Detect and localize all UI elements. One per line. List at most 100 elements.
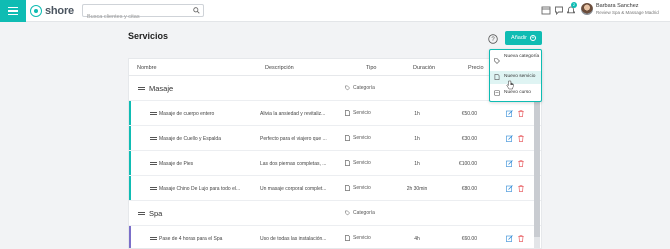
notification-badge: 2 bbox=[571, 2, 577, 8]
add-dropdown-menu: Nueva categoría Nuevo servicio Nuevo cur… bbox=[489, 49, 542, 102]
chat-icon[interactable] bbox=[554, 5, 564, 15]
service-duration: 1h bbox=[414, 136, 420, 142]
drag-handle-icon[interactable] bbox=[150, 137, 157, 141]
hamburger-menu-icon[interactable] bbox=[0, 0, 26, 22]
service-row[interactable]: Masaje de Pies Las dos piernas completas… bbox=[129, 151, 541, 176]
page-title: Servicios bbox=[128, 31, 169, 41]
document-icon bbox=[345, 235, 350, 241]
service-name: Masaje de Cuello y Espalda bbox=[159, 136, 221, 142]
add-button[interactable]: Añadir + bbox=[505, 31, 542, 45]
calendar-icon[interactable] bbox=[541, 5, 551, 15]
help-icon[interactable]: ? bbox=[488, 34, 498, 44]
service-price: €80.00 bbox=[461, 186, 477, 192]
drag-handle-icon[interactable] bbox=[138, 87, 145, 91]
logo[interactable]: shore bbox=[30, 3, 74, 19]
add-button-label: Añadir bbox=[511, 35, 527, 41]
header-duration[interactable]: Duración bbox=[413, 65, 435, 71]
category-row-spa[interactable]: Spa Categoría bbox=[129, 201, 541, 226]
services-table: Nombre Descripción Tipo Duración Precio … bbox=[128, 58, 542, 249]
service-name: Masaje de Pies bbox=[159, 161, 194, 167]
service-name: Pase de 4 horas para el Spa bbox=[159, 236, 223, 242]
menu-item-label: Nuevo curso bbox=[504, 90, 531, 95]
header-price[interactable]: Precio bbox=[468, 65, 484, 71]
plus-circle-icon: + bbox=[529, 35, 536, 41]
top-bar: shore 2 Barbara Sanchez Review Spa & Mas… bbox=[0, 0, 670, 23]
avatar[interactable] bbox=[581, 3, 593, 15]
course-icon bbox=[494, 90, 500, 96]
service-row[interactable]: Masaje Chino De Lujo para todo el... Un … bbox=[129, 176, 541, 201]
type-label: Servicio bbox=[353, 135, 371, 141]
user-role: Review Spa & Massage Madrid bbox=[596, 10, 659, 15]
service-row[interactable]: Masaje de cuerpo entero Alivia la ansied… bbox=[129, 101, 541, 126]
header-type[interactable]: Tipo bbox=[366, 65, 377, 71]
service-duration: 1h bbox=[414, 111, 420, 117]
document-icon bbox=[345, 110, 350, 116]
category-accent-bar bbox=[129, 151, 131, 175]
document-icon bbox=[345, 185, 350, 191]
trash-icon[interactable] bbox=[518, 160, 524, 167]
service-name: Masaje Chino De Lujo para todo el... bbox=[159, 186, 241, 192]
category-accent-bar bbox=[129, 176, 131, 200]
service-price: €100.00 bbox=[458, 161, 477, 167]
logo-text: shore bbox=[45, 5, 74, 17]
trash-icon[interactable] bbox=[518, 135, 524, 142]
type-cell: Servicio bbox=[345, 110, 371, 116]
edit-icon[interactable] bbox=[506, 160, 513, 167]
header-name[interactable]: Nombre bbox=[137, 65, 157, 71]
service-description: Uso de todas las instalación... bbox=[260, 236, 327, 242]
service-price: €50.00 bbox=[461, 111, 477, 117]
service-duration: 4h bbox=[414, 236, 420, 242]
service-row[interactable]: Masaje de Cuello y Espalda Perfecto para… bbox=[129, 126, 541, 151]
drag-handle-icon[interactable] bbox=[150, 162, 157, 166]
edit-icon[interactable] bbox=[506, 185, 513, 192]
type-cell: Servicio bbox=[345, 235, 371, 241]
service-description: Perfecto para el viajero que ... bbox=[260, 136, 327, 142]
service-name: Masaje de cuerpo entero bbox=[159, 111, 215, 117]
svg-text:?: ? bbox=[491, 37, 495, 43]
type-cell: Categoría bbox=[345, 85, 375, 91]
drag-handle-icon[interactable] bbox=[138, 212, 145, 216]
category-accent-bar bbox=[129, 101, 131, 125]
table-header: Nombre Descripción Tipo Duración Precio bbox=[129, 59, 541, 76]
drag-handle-icon[interactable] bbox=[150, 237, 157, 241]
header-description[interactable]: Descripción bbox=[265, 65, 294, 71]
type-label: Servicio bbox=[353, 110, 371, 116]
type-label: Servicio bbox=[353, 235, 371, 241]
drag-handle-icon[interactable] bbox=[150, 187, 157, 191]
type-label: Servicio bbox=[353, 160, 371, 166]
trash-icon[interactable] bbox=[518, 185, 524, 192]
service-row[interactable]: Pase de 4 horas para el Spa Uso de todas… bbox=[129, 226, 541, 248]
service-price: €30.00 bbox=[461, 136, 477, 142]
category-accent-bar bbox=[129, 126, 131, 150]
trash-icon[interactable] bbox=[518, 235, 524, 242]
tag-icon bbox=[345, 210, 350, 216]
search-icon[interactable] bbox=[193, 7, 200, 14]
category-row-masaje[interactable]: Masaje Categoría bbox=[129, 76, 541, 101]
service-description: Un masaje corporal complet... bbox=[260, 186, 327, 192]
user-name[interactable]: Barbara Sanchez bbox=[596, 3, 639, 9]
search-input[interactable] bbox=[83, 11, 189, 23]
type-cell: Servicio bbox=[345, 135, 371, 141]
menu-item-new-category[interactable]: Nueva categoría bbox=[490, 53, 541, 69]
menu-item-new-service[interactable]: Nuevo servicio bbox=[490, 71, 541, 84]
category-name: Spa bbox=[149, 209, 163, 218]
type-cell: Categoría bbox=[345, 210, 375, 216]
edit-icon[interactable] bbox=[506, 235, 513, 242]
edit-icon[interactable] bbox=[506, 110, 513, 117]
search-box[interactable] bbox=[82, 4, 204, 23]
tag-icon bbox=[345, 85, 350, 91]
service-description: Las dos piernas completas, ... bbox=[260, 161, 327, 167]
menu-item-label: Nueva categoría bbox=[504, 54, 540, 59]
menu-item-new-course[interactable]: Nuevo curso bbox=[490, 87, 541, 100]
service-price: €60.00 bbox=[461, 236, 477, 242]
service-duration: 2h 30min bbox=[406, 186, 428, 192]
edit-icon[interactable] bbox=[506, 135, 513, 142]
drag-handle-icon[interactable] bbox=[150, 112, 157, 116]
service-duration: 1h bbox=[414, 161, 420, 167]
document-icon bbox=[494, 74, 500, 80]
hand-cursor-icon bbox=[506, 80, 514, 90]
tag-icon bbox=[494, 58, 500, 64]
category-name: Masaje bbox=[149, 84, 174, 93]
service-description: Alivia la ansiedad y revitaliz... bbox=[260, 111, 326, 117]
trash-icon[interactable] bbox=[518, 110, 524, 117]
